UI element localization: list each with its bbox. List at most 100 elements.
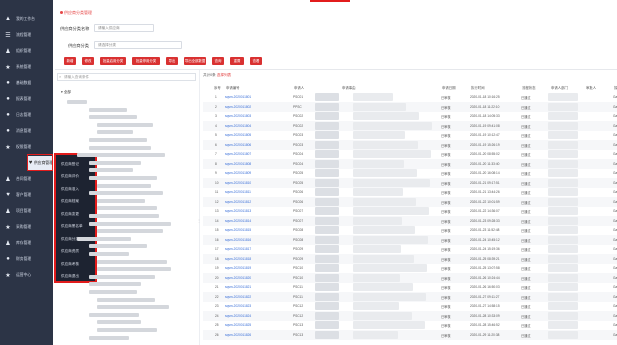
request-id-link[interactable]: sqsm-2020011826: [225, 333, 251, 337]
tree-node[interactable]: [89, 290, 137, 294]
request-id-link[interactable]: sqsm-2020011824: [225, 314, 251, 318]
tree-node[interactable]: [89, 312, 139, 317]
column-header[interactable]: 申请事由: [342, 85, 356, 90]
toolbar-button[interactable]: 批量停用分类: [132, 57, 160, 65]
table-row[interactable]: 18 sqsm-2020011818 PSC09 已审核 2020-01-25 08:3…: [203, 253, 617, 264]
tree-node[interactable]: [89, 145, 151, 150]
table-row[interactable]: 22 sqsm-2020011822 PSC11 已审核 2020-01-27 09:1…: [203, 291, 617, 302]
column-header[interactable]: 审批人: [586, 85, 596, 90]
tree-node[interactable]: [89, 107, 127, 112]
tree-node[interactable]: [97, 198, 145, 203]
tree-search-input[interactable]: ⌕ 请输入查询条件: [57, 73, 196, 81]
column-select-link[interactable]: 选择列表: [217, 73, 231, 77]
sidebar-item[interactable]: ♟ 项目管理: [0, 204, 53, 218]
table-row[interactable]: 6 sqsm-2020011806 PSC03 已审核 2020-01-19 15:26…: [203, 139, 617, 150]
request-id-link[interactable]: sqsm-2020011822: [225, 295, 251, 299]
request-id-link[interactable]: sqsm-2020011811: [225, 190, 251, 194]
tree-node[interactable]: [97, 297, 155, 302]
sidebar-item[interactable]: ★ 运营中心: [0, 268, 53, 282]
tree-node[interactable]: [97, 267, 171, 272]
field2-select[interactable]: 请选择分类: [94, 41, 182, 49]
sidebar-item[interactable]: ▲ 我的工作台: [0, 12, 53, 26]
request-id-link[interactable]: sqsm-2020011805: [225, 133, 251, 137]
column-header[interactable]: 申请日期: [442, 85, 456, 90]
tree-node[interactable]: [97, 305, 169, 310]
tree-node[interactable]: [97, 259, 167, 264]
toolbar-button[interactable]: 新增: [64, 57, 76, 65]
toolbar-button[interactable]: 重置: [230, 57, 244, 65]
request-id-link[interactable]: sqsm-2020011818: [225, 257, 251, 261]
column-header[interactable]: 申请人部门: [551, 85, 568, 90]
column-header[interactable]: 申请编号: [226, 85, 240, 90]
table-row[interactable]: 11 sqsm-2020011811 PSC06 已审核 2020-01-21 13:4…: [203, 187, 617, 197]
table-row[interactable]: 21 sqsm-2020011821 PSC11 已审核 2020-01-26 16:5…: [203, 282, 617, 292]
request-id-link[interactable]: sqsm-2020011810: [225, 181, 251, 185]
tree-node[interactable]: [89, 274, 155, 279]
tree-node[interactable]: [97, 122, 153, 127]
toolbar-button[interactable]: 修改: [82, 57, 94, 65]
table-row[interactable]: 17 sqsm-2020011817 PSC09 已审核 2020-01-24 15:1…: [203, 244, 617, 254]
table-row[interactable]: 19 sqsm-2020011819 PSC10 已审核 2020-01-25 13:0…: [203, 263, 617, 273]
tree-node[interactable]: [89, 244, 147, 249]
request-id-link[interactable]: sqsm-2020011814: [225, 219, 251, 223]
request-id-link[interactable]: sqsm-2020011820: [225, 276, 251, 280]
tree-root-label[interactable]: ▾ 全部: [61, 90, 71, 95]
tree-node[interactable]: [89, 214, 159, 218]
table-row[interactable]: 2 sqsm-2020011802 PPSC 已审核 2020-01-18 11:22:…: [203, 101, 617, 112]
request-id-link[interactable]: sqsm-2020011806: [225, 143, 251, 147]
request-id-link[interactable]: sqsm-2020011817: [225, 247, 251, 251]
tree-node[interactable]: [89, 115, 137, 120]
toolbar-button[interactable]: 导出全部数据: [184, 57, 206, 65]
column-header[interactable]: 流程状态: [522, 85, 536, 90]
tree-node[interactable]: [97, 183, 151, 188]
sidebar-item[interactable]: ● 日志管理: [0, 108, 53, 122]
table-row[interactable]: 25 sqsm-2020011825 PSC13 已审核 2020-01-28 15:4…: [203, 320, 617, 330]
tree-node[interactable]: [97, 206, 157, 211]
sidebar-item[interactable]: ● 财务管理: [0, 252, 53, 266]
table-row[interactable]: 9 sqsm-2020011809 PSC05 已审核 2020-01-20 16:08…: [203, 168, 617, 178]
sidebar-item[interactable]: ♟ 合同管理: [0, 172, 53, 186]
column-header[interactable]: 序号: [214, 85, 221, 90]
request-id-link[interactable]: sqsm-2020011802: [225, 105, 251, 109]
table-row[interactable]: 5 sqsm-2020011805 PSC03 已审核 2020-01-19 10:12…: [203, 130, 617, 140]
sidebar-item[interactable]: ♥ 客户管理: [0, 188, 53, 202]
tree-node[interactable]: [89, 176, 157, 180]
field1-input[interactable]: 请输入供应商: [94, 24, 154, 32]
toolbar-button[interactable]: 查询: [212, 57, 224, 65]
toolbar-button[interactable]: 批量启用分类: [100, 57, 126, 65]
tree-node[interactable]: [97, 229, 163, 234]
tree-node[interactable]: [77, 236, 131, 241]
table-row[interactable]: 26 sqsm-2020011826 PSC13 已审核 2020-01-29 11:2…: [203, 329, 617, 340]
request-id-link[interactable]: sqsm-2020011819: [225, 266, 251, 270]
tree-node[interactable]: [89, 282, 141, 287]
tree-node[interactable]: [77, 153, 165, 158]
tree-node[interactable]: [97, 328, 157, 332]
sidebar-item[interactable]: ★ 系统管理: [0, 60, 53, 74]
table-row[interactable]: 7 sqsm-2020011807 PSC04 已审核 2020-01-20 08:55…: [203, 149, 617, 159]
table-row[interactable]: 20 sqsm-2020011820 PSC10 已审核 2020-01-26 10:2…: [203, 272, 617, 283]
table-row[interactable]: 1 sqsm-2020011801 PSC01 已审核 2020-01-18 10:16…: [203, 92, 617, 102]
panel-splitter[interactable]: [199, 70, 200, 345]
sidebar-item[interactable]: ● 消息管理: [0, 124, 53, 138]
request-id-link[interactable]: sqsm-2020011804: [225, 124, 251, 128]
sidebar-item[interactable]: ● 基础数据: [0, 76, 53, 90]
tree-node[interactable]: [89, 335, 129, 340]
request-id-link[interactable]: sqsm-2020011801: [225, 95, 251, 99]
request-id-link[interactable]: sqsm-2020011823: [225, 304, 251, 308]
tree-node[interactable]: [89, 221, 171, 226]
sidebar-item[interactable]: ♟ 组织管理: [0, 44, 53, 58]
tree-node[interactable]: [97, 130, 133, 135]
sidebar-item[interactable]: ★ 采购管理: [0, 220, 53, 234]
toolbar-button[interactable]: 导出: [166, 57, 178, 65]
table-row[interactable]: 4 sqsm-2020011804 PSC02 已审核 2020-01-19 09:41…: [203, 120, 617, 131]
table-row[interactable]: 16 sqsm-2020011816 PSC08 已审核 2020-01-24 10:4…: [203, 234, 617, 245]
tree-node[interactable]: [97, 320, 141, 325]
request-id-link[interactable]: sqsm-2020011809: [225, 171, 251, 175]
tree-node[interactable]: [89, 252, 129, 256]
sidebar-item[interactable]: ● 报表管理: [0, 92, 53, 106]
sidebar-item[interactable]: ★ 权限管理: [0, 140, 53, 154]
request-id-link[interactable]: sqsm-2020011803: [225, 114, 251, 118]
column-header[interactable]: 申请人: [294, 85, 304, 90]
tree-node[interactable]: [89, 191, 163, 196]
request-id-link[interactable]: sqsm-2020011807: [225, 152, 251, 156]
